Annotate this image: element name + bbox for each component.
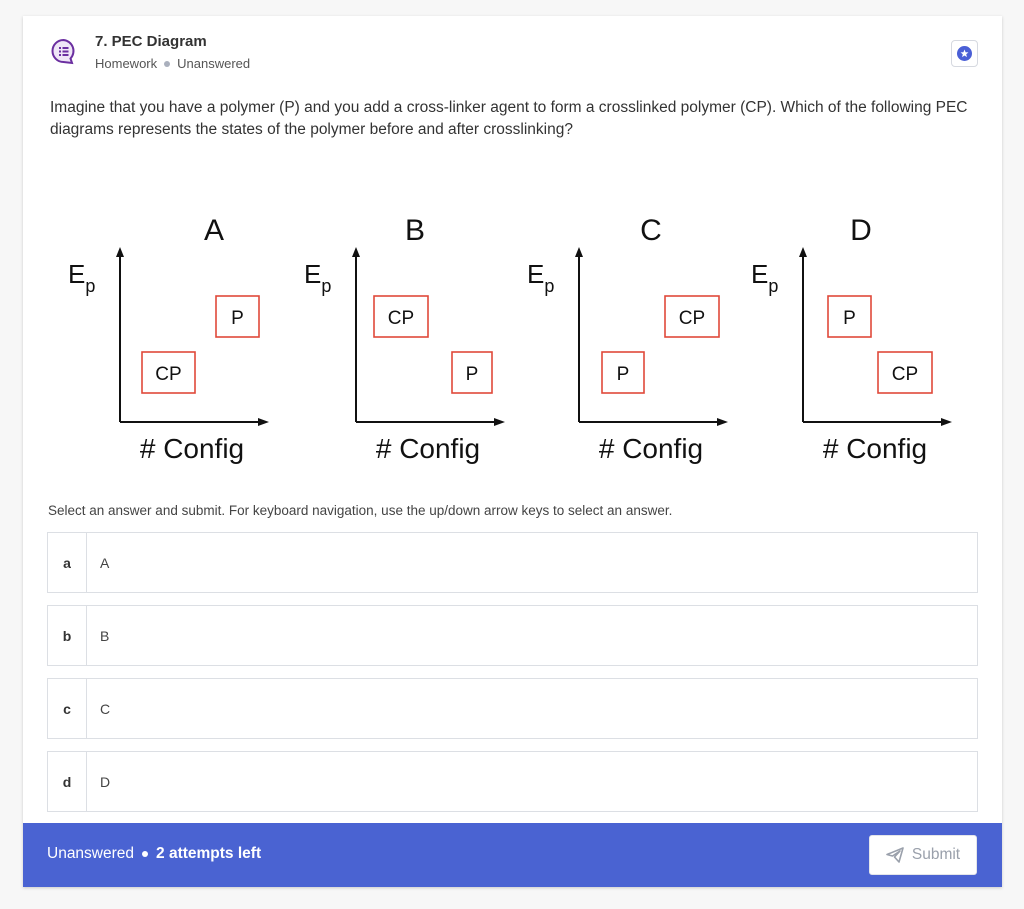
panel-title-c: C xyxy=(640,214,662,247)
x-axis-label: # Config xyxy=(140,433,244,464)
submission-footer: Unanswered 2 attempts left Submit xyxy=(23,823,1002,887)
attempt-status: Unanswered 2 attempts left xyxy=(47,845,261,863)
x-axis-label: # Config xyxy=(376,433,480,464)
x-axis-label: # Config xyxy=(823,433,927,464)
y-axis-arrow xyxy=(799,247,807,257)
state-label-lower: CP xyxy=(892,364,918,385)
submit-button[interactable]: Submit xyxy=(869,835,977,875)
question-card: 7. PEC Diagram Homework Unanswered Imagi… xyxy=(23,16,1002,887)
state-label-lower: P xyxy=(617,364,630,385)
panel-title-b: B xyxy=(405,214,425,247)
option-d[interactable]: d D xyxy=(47,751,978,812)
option-label: D xyxy=(100,773,111,790)
x-axis-arrow xyxy=(258,418,269,426)
option-key: a xyxy=(48,533,87,592)
option-key: b xyxy=(48,606,87,665)
state-label-upper: P xyxy=(231,308,244,329)
option-key: c xyxy=(48,679,87,738)
y-axis-arrow xyxy=(352,247,360,257)
y-axis-label: Ep xyxy=(68,259,95,296)
option-label: A xyxy=(100,554,110,571)
option-a[interactable]: a A xyxy=(47,532,978,593)
x-axis-label: # Config xyxy=(599,433,703,464)
question-title: 7. PEC Diagram xyxy=(95,33,207,50)
option-label: B xyxy=(100,627,110,644)
x-axis-arrow xyxy=(494,418,505,426)
attempts-left: 2 attempts left xyxy=(156,845,262,862)
state-label-upper: CP xyxy=(388,308,414,329)
pec-diagram-figure: A Ep # Config P CP B Ep # Config CP P C Ep # Config C… xyxy=(68,214,952,464)
answer-instructions: Select an answer and submit. For keyboar… xyxy=(48,503,673,518)
panel-title-a: A xyxy=(204,214,224,247)
question-status: Unanswered xyxy=(177,56,251,71)
question-prompt: Imagine that you have a polymer (P) and … xyxy=(50,99,968,138)
x-axis-arrow xyxy=(717,418,728,426)
separator-dot xyxy=(142,851,149,857)
option-b[interactable]: b B xyxy=(47,605,978,666)
option-c[interactable]: c C xyxy=(47,678,978,739)
question-list-icon xyxy=(51,38,75,65)
state-label-lower: CP xyxy=(155,364,181,385)
y-axis-label: Ep xyxy=(751,259,778,296)
y-axis-arrow xyxy=(575,247,583,257)
state-label-upper: P xyxy=(843,308,856,329)
option-key: d xyxy=(48,752,87,811)
separator-dot xyxy=(164,60,171,67)
y-axis-arrow xyxy=(116,247,124,257)
question-meta: Homework Unanswered xyxy=(95,56,250,71)
state-label-lower: P xyxy=(466,364,479,385)
answer-options: a A b B c C d D xyxy=(47,532,978,824)
question-category: Homework xyxy=(95,56,158,71)
option-label: C xyxy=(100,700,111,717)
y-axis-label: Ep xyxy=(304,259,331,296)
x-axis-arrow xyxy=(941,418,952,426)
state-label-upper: CP xyxy=(679,308,705,329)
answer-status: Unanswered xyxy=(47,845,135,862)
star-icon xyxy=(957,46,972,61)
send-icon xyxy=(886,847,904,863)
y-axis-label: Ep xyxy=(527,259,554,296)
submit-label: Submit xyxy=(911,846,961,863)
bookmark-button[interactable] xyxy=(951,40,978,67)
panel-title-d: D xyxy=(850,214,872,247)
